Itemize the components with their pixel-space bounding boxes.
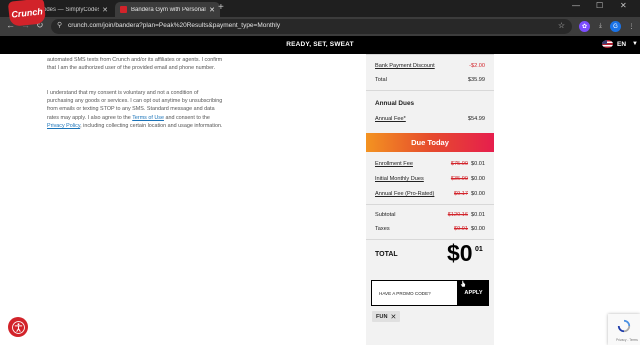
- annual-dues-heading: Annual Dues: [375, 100, 415, 107]
- divider: [366, 54, 494, 55]
- language-code: EN: [617, 40, 627, 48]
- privacy-policy-link[interactable]: Privacy Policy: [47, 123, 80, 129]
- applied-promo-code: FUN: [376, 313, 388, 320]
- close-tab-icon[interactable]: ✕: [209, 6, 215, 14]
- promo-code-form: APPLY: [371, 280, 489, 306]
- order-summary-panel: Bank Payment Discount -$2.00 Total $35.9…: [366, 54, 494, 345]
- taxes-label: Taxes: [375, 226, 390, 232]
- annual-fee-value: $54.99: [467, 116, 485, 122]
- mouse-pointer-icon: [460, 280, 466, 288]
- recaptcha-icon: [617, 319, 631, 333]
- address-url[interactable]: crunch.com/join/bandera?plan=Peak%20Resu…: [68, 22, 280, 29]
- taxes-value: $0.00: [471, 226, 485, 232]
- consent-text: , including collecting certain location …: [80, 122, 223, 129]
- grand-total-label: TOTAL: [375, 251, 398, 258]
- maximize-window-icon[interactable]: ☐: [596, 1, 603, 10]
- due-price: $0.01: [471, 161, 485, 167]
- original-price: $9.91: [454, 226, 468, 232]
- subtotal-label: Subtotal: [375, 212, 396, 218]
- initial-monthly-dues-label[interactable]: Initial Monthly Dues: [375, 176, 424, 182]
- promo-code-input[interactable]: [372, 281, 457, 305]
- consent-paragraph-1: automated SMS texts from Crunch and/or i…: [47, 57, 223, 72]
- browser-tab-crunch[interactable]: Bandera Gym with Personal Tra ✕: [115, 2, 220, 17]
- prorated-annual-fee-label[interactable]: Annual Fee (Pro-Rated): [375, 191, 434, 197]
- new-tab-icon[interactable]: +: [218, 2, 224, 13]
- divider: [366, 204, 494, 205]
- original-price: $75.00: [450, 161, 468, 167]
- profile-avatar-icon[interactable]: G: [610, 21, 621, 32]
- bookmark-star-icon[interactable]: ☆: [558, 21, 565, 30]
- enrollment-fee-label[interactable]: Enrollment Fee: [375, 161, 413, 167]
- recaptcha-badge[interactable]: Privacy - Terms: [608, 314, 640, 345]
- browser-toolbar: ← → ↻ ⚲ crunch.com/join/bandera?plan=Pea…: [0, 17, 640, 36]
- grand-total-price: $0 01: [447, 240, 483, 267]
- tab-title: Bandera Gym with Personal Tra: [131, 6, 206, 13]
- chevron-down-icon: ▼: [632, 41, 638, 47]
- accessibility-icon: [11, 320, 25, 334]
- header-tagline: READY, SET, SWEAT: [286, 41, 354, 48]
- accessibility-button[interactable]: [8, 317, 28, 337]
- browser-menu-icon[interactable]: ⋮: [626, 21, 637, 32]
- original-price: $35.99: [450, 176, 468, 182]
- crunch-favicon-icon: [120, 6, 127, 13]
- bank-discount-label[interactable]: Bank Payment Discount: [375, 63, 435, 69]
- original-price: $120.16: [447, 212, 468, 218]
- language-selector[interactable]: EN ▼: [602, 40, 638, 48]
- browser-tab-strip: Verify Codes — SimplyCodes ✕ Bandera Gym…: [0, 0, 640, 17]
- applied-promo-chip: FUN ✕: [372, 311, 401, 322]
- due-today-banner: Due Today: [366, 133, 494, 152]
- original-price: $9.17: [454, 191, 468, 197]
- total-label: Total: [375, 77, 387, 83]
- close-window-icon[interactable]: ✕: [620, 1, 627, 10]
- divider: [366, 90, 494, 91]
- remove-promo-icon[interactable]: ✕: [391, 313, 397, 321]
- subtotal-value: $0.01: [471, 212, 485, 218]
- bank-discount-value: -$2.00: [469, 63, 485, 69]
- total-value: $35.99: [467, 77, 485, 83]
- site-header: READY, SET, SWEAT EN ▼: [0, 36, 640, 54]
- grand-total-dollars: $0: [447, 240, 473, 266]
- due-price: $0.00: [471, 176, 485, 182]
- terms-of-use-link[interactable]: Terms of Use: [132, 115, 164, 121]
- site-info-icon[interactable]: ⚲: [57, 21, 62, 29]
- us-flag-icon: [602, 40, 613, 48]
- due-price: $0.00: [471, 191, 485, 197]
- annual-fee-label[interactable]: Annual Fee*: [375, 116, 406, 122]
- address-bar[interactable]: ⚲ crunch.com/join/bandera?plan=Peak%20Re…: [51, 19, 572, 34]
- close-tab-icon[interactable]: ✕: [102, 6, 108, 14]
- extension-icon[interactable]: ✿: [579, 21, 590, 32]
- grand-total-cents: 01: [475, 246, 483, 253]
- divider: [366, 239, 494, 240]
- consent-paragraph-2: I understand that my consent is voluntar…: [47, 89, 223, 130]
- downloads-icon[interactable]: ⤓: [595, 21, 606, 32]
- recaptcha-footer[interactable]: Privacy - Terms: [616, 338, 638, 342]
- consent-text: and consent to the: [163, 114, 210, 121]
- minimize-window-icon[interactable]: —: [572, 1, 580, 10]
